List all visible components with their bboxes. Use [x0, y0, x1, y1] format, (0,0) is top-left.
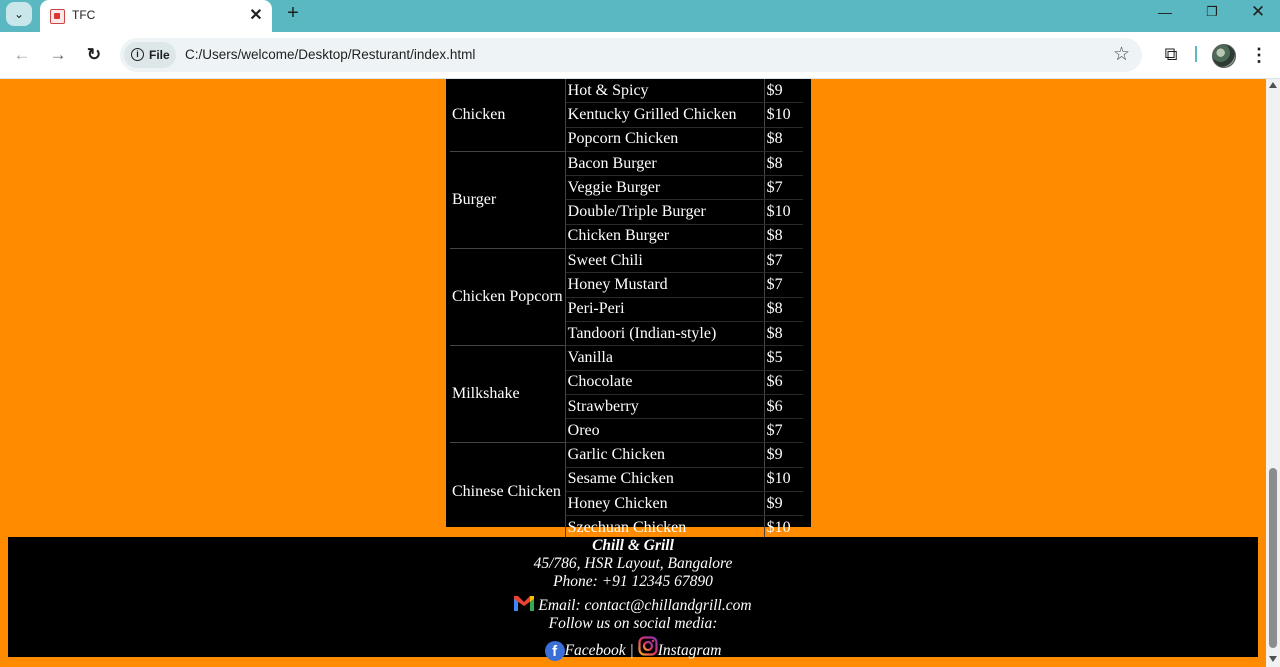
browser-tab[interactable]: TFC ✕ — [40, 0, 272, 32]
facebook-link[interactable]: Facebook — [565, 642, 626, 659]
restaurant-phone: Phone: +91 12345 67890 — [553, 573, 713, 590]
follow-text: Follow us on social media: — [548, 615, 718, 632]
new-tab-button[interactable]: + — [282, 2, 304, 24]
menu-item-price: $8 — [764, 224, 803, 250]
menu-row: Milkshake Vanilla $5 — [450, 345, 803, 444]
scroll-down-arrow-icon[interactable] — [1269, 656, 1277, 662]
menu-item-name: Honey Chicken — [565, 491, 765, 517]
menu-item-price: $7 — [764, 418, 803, 444]
address-bar[interactable]: i File C:/Users/welcome/Desktop/Resturan… — [120, 38, 1142, 72]
scroll-thumb[interactable] — [1269, 468, 1277, 648]
back-arrow-icon[interactable]: ← — [7, 40, 37, 70]
reload-icon[interactable]: ↻ — [79, 40, 109, 70]
extensions-icon[interactable]: ⧉ — [1158, 40, 1184, 68]
kebab-menu-icon[interactable]: ⋮ — [1248, 42, 1270, 68]
menu-item-price: $6 — [764, 370, 803, 395]
toolbar-divider — [1195, 46, 1197, 62]
menu-item-price: $8 — [764, 321, 803, 347]
tab-close-icon[interactable]: ✕ — [246, 6, 266, 26]
menu-row: Chinese Chicken Garlic Chicken $9 — [450, 442, 803, 541]
menu-item-name: Peri-Peri — [565, 297, 765, 322]
window-minimize-button[interactable]: — — [1142, 0, 1188, 26]
gmail-icon — [514, 596, 535, 611]
facebook-icon[interactable]: f — [544, 641, 565, 661]
menu-item-price: $7 — [764, 175, 803, 201]
site-info-label: File — [149, 48, 170, 62]
menu-item-price: $10 — [764, 467, 803, 493]
page-scrollbar[interactable] — [1266, 79, 1280, 667]
menu-item-price: $8 — [764, 151, 803, 177]
menu-item-name: Popcorn Chicken — [565, 127, 765, 152]
menu-item-name: Bacon Burger — [565, 151, 765, 177]
menu-row: Chicken Popcorn Sweet Chili $7 — [450, 248, 803, 347]
scroll-up-arrow-icon[interactable] — [1269, 82, 1277, 88]
menu-category: Burger — [450, 151, 566, 250]
menu-item-price: $6 — [764, 394, 803, 420]
email-text: Email: contact@chillandgrill.com — [538, 597, 752, 614]
menu-category: Chinese Chicken — [450, 442, 566, 541]
avatar-icon[interactable] — [1212, 44, 1236, 68]
window-close-button[interactable]: ✕ — [1235, 0, 1280, 26]
social-separator: | — [629, 642, 634, 659]
menu-table: Chicken Hot & Spicy $9 Kentucky Grilled Chi… — [450, 79, 803, 541]
restaurant-address: 45/786, HSR Layout, Bangalore — [533, 555, 733, 572]
browser-tab-bar: ⌄ TFC ✕ + — ❐ ✕ — [0, 0, 1280, 32]
menu-item-name: Kentucky Grilled Chicken — [565, 102, 765, 128]
menu-item-name: Double/Triple Burger — [565, 199, 765, 225]
menu-category: Milkshake — [450, 345, 566, 444]
favicon-icon — [50, 9, 65, 24]
social-links: f Facebook | Instagram — [8, 636, 1258, 661]
restaurant-email: Email: contact@chillandgrill.com — [8, 595, 1258, 615]
menu-category: Chicken Popcorn — [450, 248, 566, 347]
menu-item-name: Chocolate — [565, 370, 765, 395]
menu-item-price: $9 — [764, 442, 803, 468]
menu-item-name: Strawberry — [565, 394, 765, 420]
menu-item-name: Honey Mustard — [565, 272, 765, 298]
menu-item-price: $8 — [764, 297, 803, 322]
tab-title: TFC — [72, 8, 96, 22]
tab-search-icon[interactable]: ⌄ — [6, 2, 32, 26]
browser-toolbar: ← → ↻ i File C:/Users/welcome/Desktop/Re… — [0, 32, 1280, 79]
window-restore-button[interactable]: ❐ — [1189, 0, 1235, 26]
menu-item-name: Sesame Chicken — [565, 467, 765, 493]
menu-item-name: Chicken Burger — [565, 224, 765, 250]
menu-item-price: $9 — [764, 491, 803, 517]
menu-item-price: $5 — [764, 345, 803, 371]
menu-table-container: Chicken Hot & Spicy $9 Kentucky Grilled Chi… — [446, 79, 811, 541]
menu-item-price: $8 — [764, 127, 803, 152]
menu-item-price: $7 — [764, 248, 803, 274]
menu-item-price: $10 — [764, 199, 803, 225]
menu-item-name: Tandoori (Indian-style) — [565, 321, 765, 347]
menu-row: Chicken Hot & Spicy $9 — [450, 79, 803, 152]
footer: Chill & Grill 45/786, HSR Layout, Bangal… — [8, 537, 1258, 661]
menu-item-name: Vanilla — [565, 345, 765, 371]
star-icon[interactable]: ☆ — [1113, 43, 1130, 66]
forward-arrow-icon[interactable]: → — [43, 40, 73, 70]
instagram-icon[interactable] — [638, 636, 658, 656]
site-info-chip[interactable]: i File — [124, 42, 176, 68]
menu-item-name: Sweet Chili — [565, 248, 765, 274]
menu-item-name: Oreo — [565, 418, 765, 444]
menu-item-name: Garlic Chicken — [565, 442, 765, 468]
instagram-link[interactable]: Instagram — [658, 642, 722, 659]
info-icon: i — [131, 48, 144, 61]
menu-category: Chicken — [450, 79, 566, 152]
menu-item-price: $7 — [764, 272, 803, 298]
restaurant-name: Chill & Grill — [592, 537, 674, 554]
menu-item-price: $9 — [764, 79, 803, 104]
page-content: Chicken Hot & Spicy $9 Kentucky Grilled Chi… — [0, 79, 1266, 667]
menu-item-name: Hot & Spicy — [565, 79, 765, 104]
url-text[interactable]: C:/Users/welcome/Desktop/Resturant/index… — [185, 47, 475, 62]
menu-item-name: Veggie Burger — [565, 175, 765, 201]
menu-item-price: $10 — [764, 102, 803, 128]
menu-row: Burger Bacon Burger $8 — [450, 151, 803, 250]
